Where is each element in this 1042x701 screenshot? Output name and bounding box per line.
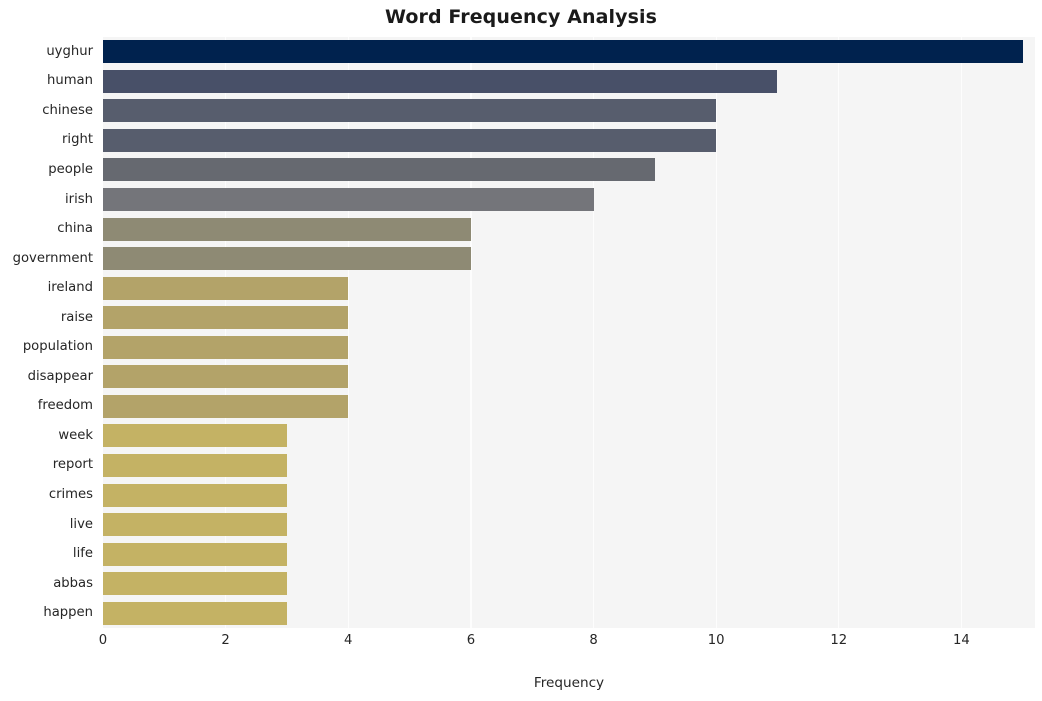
page-title: Word Frequency Analysis xyxy=(384,6,658,28)
bar-disappear[interactable] xyxy=(103,365,349,389)
bar-crimes[interactable] xyxy=(103,483,287,507)
y-axis-tick-live: live xyxy=(69,516,93,532)
y-axis-tick-china: china xyxy=(57,221,93,237)
y-axis-tick-report: report xyxy=(52,457,93,473)
y-axis-tick-week: week xyxy=(58,427,93,443)
y-axis-tick-people: people xyxy=(48,161,93,177)
x-axis-tick-labels: 0 2 4 6 8 10 12 14 xyxy=(0,634,1042,658)
bar-uyghur[interactable] xyxy=(103,40,1023,64)
x-axis-tick-10: 10 xyxy=(707,633,725,648)
plot-area xyxy=(103,37,1035,628)
bar-life[interactable] xyxy=(103,542,287,566)
y-axis-tick-happen: happen xyxy=(43,605,93,621)
x-axis-tick-2: 2 xyxy=(221,633,230,648)
y-axis-tick-disappear: disappear xyxy=(27,368,93,384)
y-axis-tick-government: government xyxy=(12,250,93,266)
y-axis-tick-chinese: chinese xyxy=(42,102,93,118)
bar-freedom[interactable] xyxy=(103,394,349,418)
bar-chinese[interactable] xyxy=(103,99,717,123)
bar-report[interactable] xyxy=(103,453,287,477)
x-axis-tick-6: 6 xyxy=(466,633,476,648)
y-axis-tick-labels: uyghur human chinese right people irish china g… xyxy=(0,37,98,628)
bar-china[interactable] xyxy=(103,217,471,241)
word-frequency-chart-figure: Word Frequency Analysis uyghur human chine… xyxy=(0,0,1042,701)
y-axis-tick-population: population xyxy=(22,339,93,355)
bar-happen[interactable] xyxy=(103,601,287,625)
bar-raise[interactable] xyxy=(103,306,349,330)
bar-abbas[interactable] xyxy=(103,572,287,596)
bars-container xyxy=(103,37,1035,628)
y-axis-tick-abbas: abbas xyxy=(53,575,93,591)
y-axis-tick-freedom: freedom xyxy=(37,398,93,414)
x-axis-tick-8: 8 xyxy=(589,633,598,648)
y-axis-tick-irish: irish xyxy=(65,191,93,207)
y-axis-tick-ireland: ireland xyxy=(47,280,93,296)
bar-live[interactable] xyxy=(103,513,287,537)
bar-human[interactable] xyxy=(103,69,778,93)
y-axis-tick-raise: raise xyxy=(60,309,93,325)
y-axis-tick-right: right xyxy=(62,132,93,148)
x-axis-tick-0: 0 xyxy=(98,633,108,648)
bar-week[interactable] xyxy=(103,424,287,448)
y-axis-tick-human: human xyxy=(46,73,93,89)
bar-ireland[interactable] xyxy=(103,276,349,300)
y-axis-tick-crimes: crimes xyxy=(48,487,93,503)
bar-population[interactable] xyxy=(103,335,349,359)
bar-government[interactable] xyxy=(103,247,471,271)
bar-irish[interactable] xyxy=(103,188,594,212)
y-axis-tick-uyghur: uyghur xyxy=(46,43,93,59)
bar-right[interactable] xyxy=(103,128,717,152)
x-axis-tick-4: 4 xyxy=(344,633,353,648)
bar-people[interactable] xyxy=(103,158,655,182)
y-axis-tick-life: life xyxy=(72,546,93,562)
x-axis-tick-14: 14 xyxy=(953,633,970,648)
x-axis-tick-12: 12 xyxy=(830,633,848,648)
x-axis-title: Frequency xyxy=(533,675,605,691)
